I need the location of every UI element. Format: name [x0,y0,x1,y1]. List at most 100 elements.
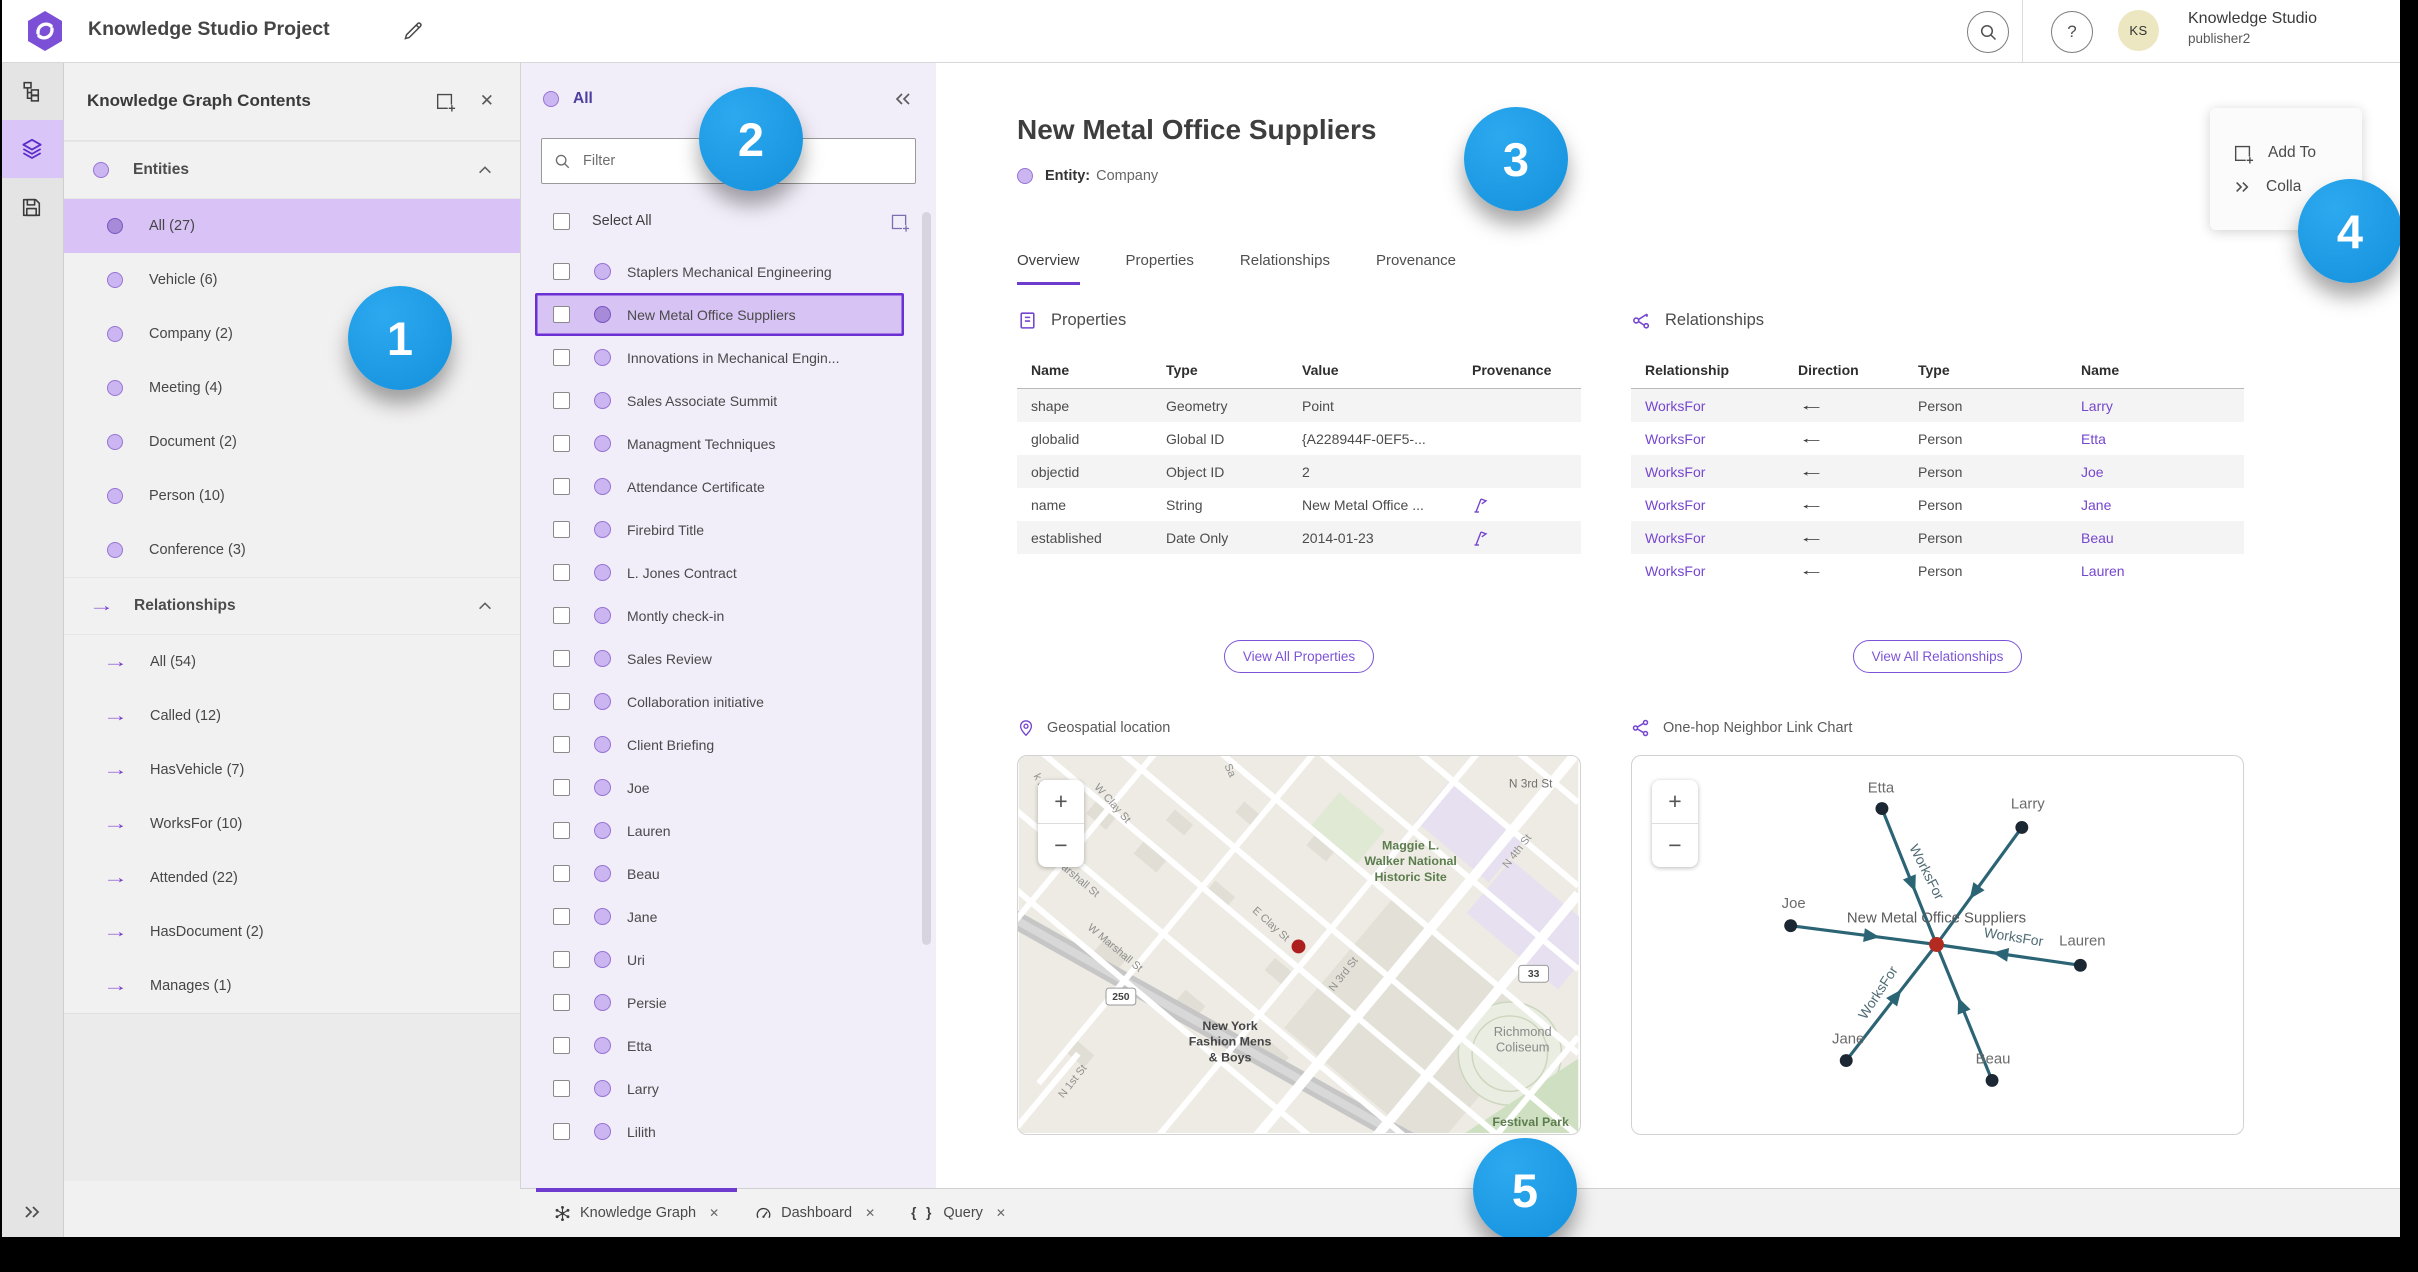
entity-list-item[interactable]: Attendance Certificate [535,465,904,508]
item-checkbox[interactable] [553,951,570,968]
entity-list-item[interactable]: Lilith [535,1110,904,1153]
relationships-section-header[interactable]: → Relationships [63,577,520,635]
item-checkbox[interactable] [553,994,570,1011]
item-checkbox[interactable] [553,521,570,538]
item-checkbox[interactable] [553,392,570,409]
entity-list-item[interactable]: Lauren [535,809,904,852]
link-chart[interactable]: WorksFor WorksFor WorksFor Etta Larry Joe Laur… [1632,756,2242,1133]
detail-tab[interactable]: Relationships [1240,252,1330,285]
relationship-link[interactable]: WorksFor [1631,431,1784,447]
relationship-link[interactable]: WorksFor [1631,464,1784,480]
entity-list-item[interactable]: Sales Review [535,637,904,680]
item-checkbox[interactable] [553,1080,570,1097]
zoom-in-button[interactable]: + [1652,780,1698,824]
relationship-link[interactable]: WorksFor [1631,497,1784,513]
view-all-relationships-button[interactable]: View All Relationships [1852,640,2023,673]
chevron-up-icon[interactable] [476,163,494,177]
entity-list-item[interactable]: Collaboration initiative [535,680,904,723]
entity-list-item[interactable]: Sales Associate Summit [535,379,904,422]
item-checkbox[interactable] [553,564,570,581]
entity-list-item[interactable]: Etta [535,1024,904,1067]
entity-list-item[interactable]: Joe [535,766,904,809]
zoom-out-button[interactable]: − [1038,824,1084,867]
entity-list-item[interactable]: Larry [535,1067,904,1110]
add-to-map-icon[interactable] [434,90,456,112]
item-checkbox[interactable] [553,263,570,280]
entity-type-item[interactable]: Person (10) [63,469,520,523]
entity-type-item[interactable]: Meeting (4) [63,361,520,415]
schema-icon[interactable] [0,62,63,120]
map-marker[interactable] [1291,939,1306,954]
zoom-in-button[interactable]: + [1038,780,1084,824]
relationship-type-item[interactable]: → Manages (1) [63,959,520,1013]
entity-type-item[interactable]: Document (2) [63,415,520,469]
item-checkbox[interactable] [553,693,570,710]
item-checkbox[interactable] [553,779,570,796]
view-tab[interactable]: Dashboard ✕ [737,1189,893,1237]
item-checkbox[interactable] [553,478,570,495]
relationship-link[interactable]: WorksFor [1631,563,1784,579]
close-panel-icon[interactable]: ✕ [480,91,494,111]
item-checkbox[interactable] [553,908,570,925]
view-all-properties-button[interactable]: View All Properties [1223,640,1375,673]
relationship-type-item[interactable]: → All (54) [63,635,520,689]
related-entity-link[interactable]: Beau [2067,530,2244,546]
related-entity-link[interactable]: Larry [2067,398,2244,414]
relationship-link[interactable]: WorksFor [1631,398,1784,414]
layers-icon[interactable] [0,120,63,178]
item-checkbox[interactable] [553,1037,570,1054]
save-icon[interactable] [0,178,63,236]
entity-list-item[interactable]: Staplers Mechanical Engineering [535,250,904,293]
entity-list-item[interactable]: Persie [535,981,904,1024]
avatar[interactable]: KS [2118,10,2159,51]
app-logo-icon[interactable] [26,10,64,52]
select-all-checkbox[interactable] [553,212,570,230]
entity-list-item[interactable]: Uri [535,938,904,981]
add-to-button[interactable]: Add To [2210,142,2362,164]
map[interactable]: k RdW Clay StSaarshall StW Marshall StE … [1018,756,1579,1133]
item-checkbox[interactable] [553,1123,570,1140]
entity-list-item[interactable]: Beau [535,852,904,895]
entity-list-item[interactable]: Firebird Title [535,508,904,551]
link-chart-card[interactable]: WorksFor WorksFor WorksFor Etta Larry Joe Laur… [1631,755,2244,1135]
close-tab-icon[interactable]: ✕ [709,1206,719,1220]
entities-section-header[interactable]: Entities [63,141,520,199]
chevron-up-icon[interactable] [476,599,494,613]
edit-title-icon[interactable] [400,18,426,44]
item-checkbox[interactable] [553,349,570,366]
entity-list-item[interactable]: Jane [535,895,904,938]
related-entity-link[interactable]: Joe [2067,464,2244,480]
entity-type-item[interactable]: All (27) [63,199,520,253]
relationship-link[interactable]: WorksFor [1631,530,1784,546]
entity-list-item[interactable]: Client Briefing [535,723,904,766]
item-checkbox[interactable] [553,736,570,753]
related-entity-link[interactable]: Lauren [2067,563,2244,579]
help-button[interactable]: ? [2051,11,2093,53]
entity-type-item[interactable]: Conference (3) [63,523,520,577]
relationship-type-item[interactable]: → WorksFor (10) [63,797,520,851]
list-scrollbar[interactable] [922,212,931,945]
close-tab-icon[interactable]: ✕ [865,1206,875,1220]
detail-tab[interactable]: Properties [1126,252,1194,285]
relationship-type-item[interactable]: → HasDocument (2) [63,905,520,959]
item-checkbox[interactable] [553,306,570,323]
entity-list-item[interactable]: New Metal Office Suppliers [535,293,904,336]
item-checkbox[interactable] [553,650,570,667]
view-tab[interactable]: Knowledge Graph ✕ [536,1188,738,1237]
provenance-flag-icon[interactable] [1458,529,1581,547]
relationship-type-item[interactable]: → HasVehicle (7) [63,743,520,797]
view-tab[interactable]: { } Query ✕ [893,1189,1024,1237]
entity-type-item[interactable]: Vehicle (6) [63,253,520,307]
expand-rail-icon[interactable] [0,1203,63,1221]
item-checkbox[interactable] [553,822,570,839]
item-checkbox[interactable] [553,865,570,882]
user-info[interactable]: Knowledge Studio publisher2 [2188,9,2317,47]
provenance-flag-icon[interactable] [1458,496,1581,514]
detail-tab[interactable]: Provenance [1376,252,1456,285]
detail-tab[interactable]: Overview [1017,252,1080,285]
entity-list-item[interactable]: Innovations in Mechanical Engin... [535,336,904,379]
entity-list-item[interactable]: Montly check-in [535,594,904,637]
relationship-type-item[interactable]: → Attended (22) [63,851,520,905]
map-card[interactable]: k RdW Clay StSaarshall StW Marshall StE … [1017,755,1581,1135]
collapse-panel-icon[interactable] [892,90,914,108]
